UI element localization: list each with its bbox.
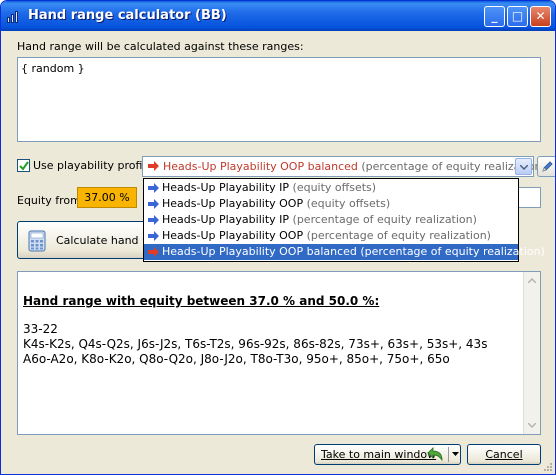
cancel-button[interactable]: Cancel — [467, 444, 541, 465]
blue-arrow-icon — [148, 215, 159, 225]
playability-checkbox-label[interactable]: Use playability profile: — [33, 159, 156, 172]
close-button[interactable]: ✕ — [530, 6, 551, 27]
result-line: A6o-A2o, K8o-K2o, Q8o-Q2o, J8o-J2o, T8o-… — [23, 352, 450, 366]
option-desc: (equity offsets) — [306, 197, 391, 210]
blue-arrow-icon — [148, 231, 159, 241]
vertical-scrollbar[interactable] — [523, 272, 540, 434]
scroll-down-button[interactable] — [524, 417, 540, 434]
dropdown-option[interactable]: Heads-Up Playability OOP (equity offsets… — [144, 196, 518, 212]
calculate-hand-range-button[interactable]: Calculate hand ran — [17, 221, 160, 259]
minimize-button[interactable]: _ — [484, 6, 505, 27]
split-divider — [448, 447, 449, 462]
caret-down-icon[interactable] — [452, 452, 459, 456]
red-arrow-icon — [148, 247, 159, 257]
maximize-icon: □ — [511, 9, 524, 23]
ranges-label: Hand range will be calculated against th… — [17, 40, 304, 53]
edit-profile-button[interactable] — [537, 156, 555, 177]
title-bar[interactable]: Hand range calculator (BB) _ □ ✕ — [1, 1, 555, 31]
result-heading: Hand range with equity between 37.0 % an… — [23, 294, 380, 308]
blue-arrow-icon — [148, 183, 159, 193]
dropdown-option-selected[interactable]: Heads-Up Playability OOP balanced (perce… — [144, 244, 545, 260]
option-desc: (percentage of equity realization) — [306, 229, 491, 242]
result-line: 33-22 — [23, 322, 58, 336]
option-name: Heads-Up Playability OOP — [162, 197, 304, 210]
result-text-area[interactable]: Hand range with equity between 37.0 % an… — [17, 271, 541, 435]
playability-dropdown-list: Heads-Up Playability IP (equity offsets)… — [143, 178, 545, 262]
equity-to-input[interactable] — [517, 187, 541, 208]
dropdown-option[interactable]: Heads-Up Playability IP (equity offsets) — [144, 180, 518, 196]
playability-profile-select[interactable]: Heads-Up Playability OOP balanced (perce… — [142, 156, 546, 177]
ranges-value: { random } — [21, 62, 85, 75]
option-name: Heads-Up Playability IP — [162, 213, 290, 226]
combo-dropdown-button[interactable] — [515, 158, 532, 175]
pencil-icon — [542, 161, 553, 172]
blue-arrow-icon — [148, 199, 159, 209]
checkmark-icon — [19, 161, 29, 171]
option-desc: (percentage of equity realization) — [292, 213, 477, 226]
minimize-icon: _ — [491, 9, 498, 23]
equity-from-value: 37.00 % — [84, 191, 130, 204]
selected-profile-name: Heads-Up Playability OOP balanced — [163, 160, 358, 173]
selected-profile: Heads-Up Playability OOP balanced (perce… — [163, 160, 546, 173]
take-button-label: Take to main window — [321, 448, 437, 461]
dropdown-option[interactable]: Heads-Up Playability OOP (percentage of … — [144, 228, 518, 244]
result-content: Hand range with equity between 37.0 % an… — [23, 294, 487, 367]
option-desc: (equity offsets) — [292, 181, 377, 194]
close-icon: ✕ — [535, 9, 546, 23]
equity-from-label: Equity from — [17, 194, 81, 207]
equity-from-input[interactable]: 37.00 % — [77, 187, 137, 208]
take-to-main-window-button[interactable]: Take to main window — [314, 444, 461, 465]
red-arrow-icon — [148, 161, 159, 171]
option-name: Heads-Up Playability OOP balanced — [162, 245, 357, 258]
playability-checkbox[interactable] — [17, 159, 30, 172]
option-name: Heads-Up Playability OOP — [162, 229, 304, 242]
option-desc: (percentage of equity realization) — [360, 245, 545, 258]
calculator-icon — [28, 230, 46, 252]
chevron-up-icon — [528, 278, 536, 283]
maximize-button[interactable]: □ — [507, 6, 528, 27]
hand-range-calculator-window: Hand range calculator (BB) _ □ ✕ Hand ra… — [0, 0, 556, 475]
resize-grip-icon[interactable] — [542, 461, 553, 472]
green-return-arrow-icon — [427, 447, 443, 462]
chevron-down-icon — [528, 423, 536, 428]
ranges-textarea[interactable]: { random } — [17, 57, 541, 142]
dropdown-option[interactable]: Heads-Up Playability IP (percentage of e… — [144, 212, 518, 228]
scroll-up-button[interactable] — [524, 272, 540, 289]
window-title: Hand range calculator (BB) — [28, 8, 227, 23]
app-chart-icon — [7, 9, 23, 23]
chevron-down-icon — [520, 165, 528, 170]
playability-row: Use playability profile: Heads-Up Playab… — [17, 156, 555, 177]
option-name: Heads-Up Playability IP — [162, 181, 290, 194]
result-line: K4s-K2s, Q4s-Q2s, J6s-J2s, T6s-T2s, 96s-… — [23, 337, 488, 351]
